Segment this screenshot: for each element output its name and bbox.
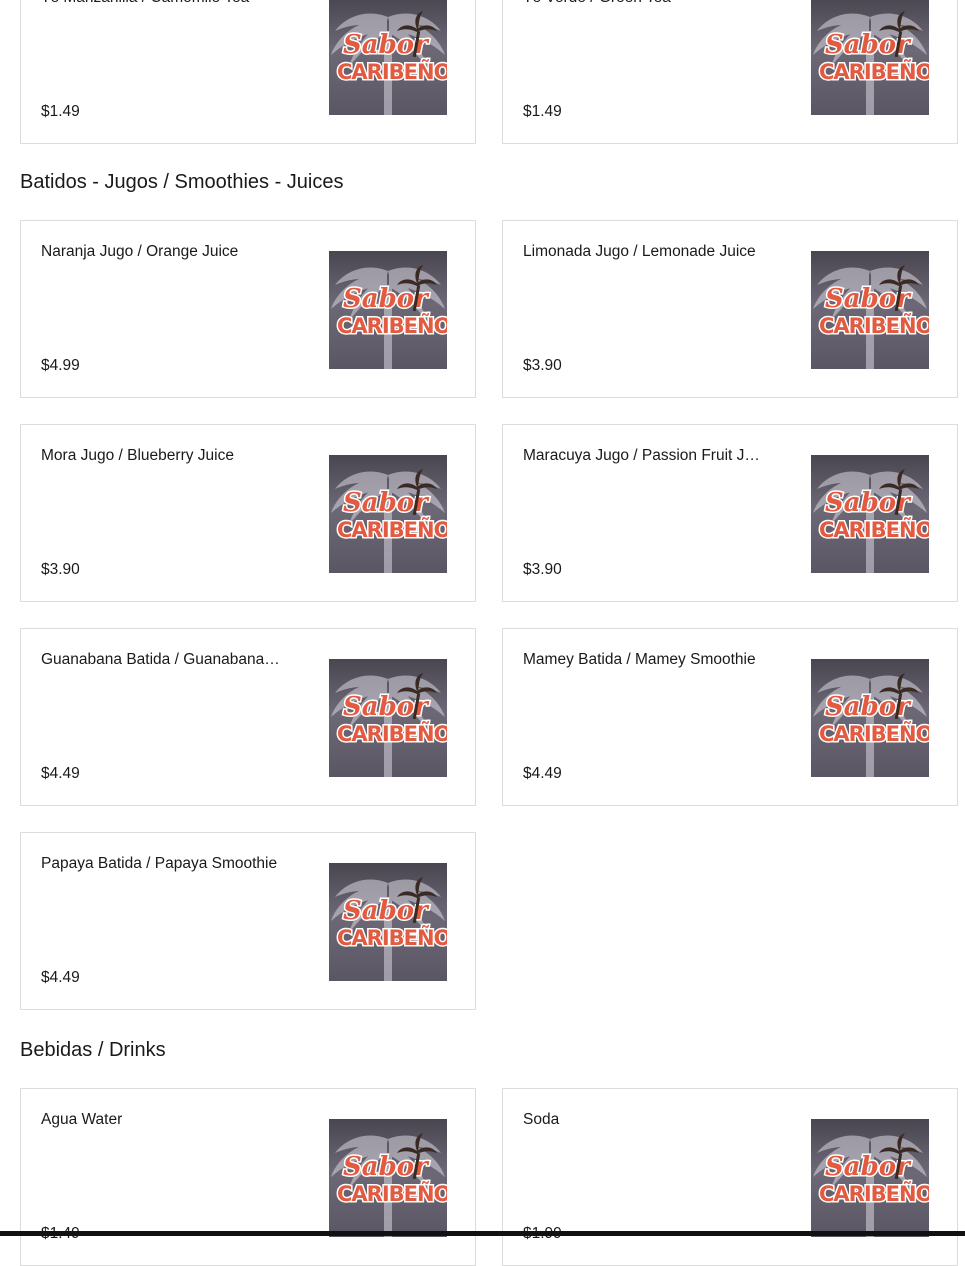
menu-item-name: Mamey Batida / Mamey Smoothie bbox=[523, 651, 756, 668]
section-title: Batidos - Jugos / Smoothies - Juices bbox=[20, 171, 344, 193]
menu-item-image: Sabor CARIBEÑO bbox=[329, 251, 447, 369]
section-title: Bebidas / Drinks bbox=[20, 1039, 166, 1061]
menu-item-image: Sabor CARIBEÑO bbox=[811, 659, 929, 777]
menu-item-image: Sabor CARIBEÑO bbox=[329, 863, 447, 981]
svg-text:CARIBEÑO: CARIBEÑO bbox=[819, 1181, 929, 1206]
menu-item-price: $4.99 bbox=[41, 357, 80, 374]
menu-item-card[interactable]: Té Manzanilla / Camomile Tea $1.49 Sabor… bbox=[20, 0, 476, 144]
menu-item-name: Agua Water bbox=[41, 1111, 123, 1128]
svg-text:CARIBEÑO: CARIBEÑO bbox=[819, 517, 929, 542]
menu-item-name: Soda bbox=[523, 1111, 560, 1128]
menu-item-card[interactable]: Soda $1.99 Sabor CARIBEÑO bbox=[502, 1088, 958, 1266]
menu-item-card[interactable]: Limonada Jugo / Lemonade Juice $3.90 Sab… bbox=[502, 220, 958, 398]
menu-item-card[interactable]: Guanabana Batida / Guanabana Smoothie $4… bbox=[20, 628, 476, 806]
menu-item-price: $3.90 bbox=[41, 561, 80, 578]
menu-item-name: Papaya Batida / Papaya Smoothie bbox=[41, 855, 278, 872]
menu-item-name: Maracuya Jugo / Passion Fruit Juice bbox=[523, 447, 763, 464]
svg-text:CARIBEÑO: CARIBEÑO bbox=[337, 925, 447, 950]
logo-image: Sabor CARIBEÑO bbox=[813, 1133, 929, 1237]
menu-item-name: Naranja Jugo / Orange Juice bbox=[41, 243, 239, 260]
menu-item-price: $1.49 bbox=[41, 103, 80, 120]
svg-text:CARIBEÑO: CARIBEÑO bbox=[819, 721, 929, 746]
menu-item-image: Sabor CARIBEÑO bbox=[811, 0, 929, 115]
logo-image: Sabor CARIBEÑO bbox=[331, 1133, 447, 1237]
logo-image: Sabor CARIBEÑO bbox=[331, 469, 447, 573]
menu-item-image: Sabor CARIBEÑO bbox=[329, 1119, 447, 1237]
menu-item-image: Sabor CARIBEÑO bbox=[811, 251, 929, 369]
menu-item-price: $4.49 bbox=[523, 765, 562, 782]
menu-item-name: Mora Jugo / Blueberry Juice bbox=[41, 447, 234, 464]
menu-item-card[interactable]: Agua Water $1.49 Sabor CARIBEÑO bbox=[20, 1088, 476, 1266]
logo-image: Sabor CARIBEÑO bbox=[813, 673, 929, 777]
svg-text:CARIBEÑO: CARIBEÑO bbox=[337, 517, 447, 542]
logo-image: Sabor CARIBEÑO bbox=[331, 877, 447, 981]
logo-image: Sabor CARIBEÑO bbox=[331, 265, 447, 369]
menu-item-price: $4.49 bbox=[41, 765, 80, 782]
menu-item-price: $3.90 bbox=[523, 561, 562, 578]
svg-text:CARIBEÑO: CARIBEÑO bbox=[337, 59, 447, 84]
menu-item-name: Limonada Jugo / Lemonade Juice bbox=[523, 243, 756, 260]
menu-item-price: $1.49 bbox=[523, 103, 562, 120]
menu-item-card[interactable]: Mora Jugo / Blueberry Juice $3.90 Sabor … bbox=[20, 424, 476, 602]
menu-item-card[interactable]: Maracuya Jugo / Passion Fruit Juice $3.9… bbox=[502, 424, 958, 602]
logo-image: Sabor CARIBEÑO bbox=[331, 673, 447, 777]
menu-item-image: Sabor CARIBEÑO bbox=[811, 455, 929, 573]
svg-text:CARIBEÑO: CARIBEÑO bbox=[819, 313, 929, 338]
menu-item-image: Sabor CARIBEÑO bbox=[329, 659, 447, 777]
logo-image: Sabor CARIBEÑO bbox=[331, 11, 447, 115]
logo-image: Sabor CARIBEÑO bbox=[813, 265, 929, 369]
menu-item-card[interactable]: Té Verde / Green Tea $1.49 Sabor CARIBEÑ… bbox=[502, 0, 958, 144]
menu-item-card[interactable]: Mamey Batida / Mamey Smoothie $4.49 Sabo… bbox=[502, 628, 958, 806]
svg-text:CARIBEÑO: CARIBEÑO bbox=[337, 313, 447, 338]
menu-item-name: Té Manzanilla / Camomile Tea bbox=[41, 0, 281, 9]
svg-text:CARIBEÑO: CARIBEÑO bbox=[337, 721, 447, 746]
menu-item-price: $4.49 bbox=[41, 969, 80, 986]
bottom-bar bbox=[0, 1231, 965, 1236]
menu-item-name: Guanabana Batida / Guanabana Smoothie bbox=[41, 651, 281, 668]
svg-text:CARIBEÑO: CARIBEÑO bbox=[337, 1181, 447, 1206]
menu-item-image: Sabor CARIBEÑO bbox=[811, 1119, 929, 1237]
menu-item-card[interactable]: Naranja Jugo / Orange Juice $4.99 Sabor … bbox=[20, 220, 476, 398]
menu-item-image: Sabor CARIBEÑO bbox=[329, 0, 447, 115]
logo-image: Sabor CARIBEÑO bbox=[813, 469, 929, 573]
menu-item-image: Sabor CARIBEÑO bbox=[329, 455, 447, 573]
menu-item-price: $3.90 bbox=[523, 357, 562, 374]
logo-image: Sabor CARIBEÑO bbox=[813, 11, 929, 115]
svg-text:CARIBEÑO: CARIBEÑO bbox=[819, 59, 929, 84]
menu-item-card[interactable]: Papaya Batida / Papaya Smoothie $4.49 Sa… bbox=[20, 832, 476, 1010]
menu-item-name: Té Verde / Green Tea bbox=[523, 0, 763, 9]
